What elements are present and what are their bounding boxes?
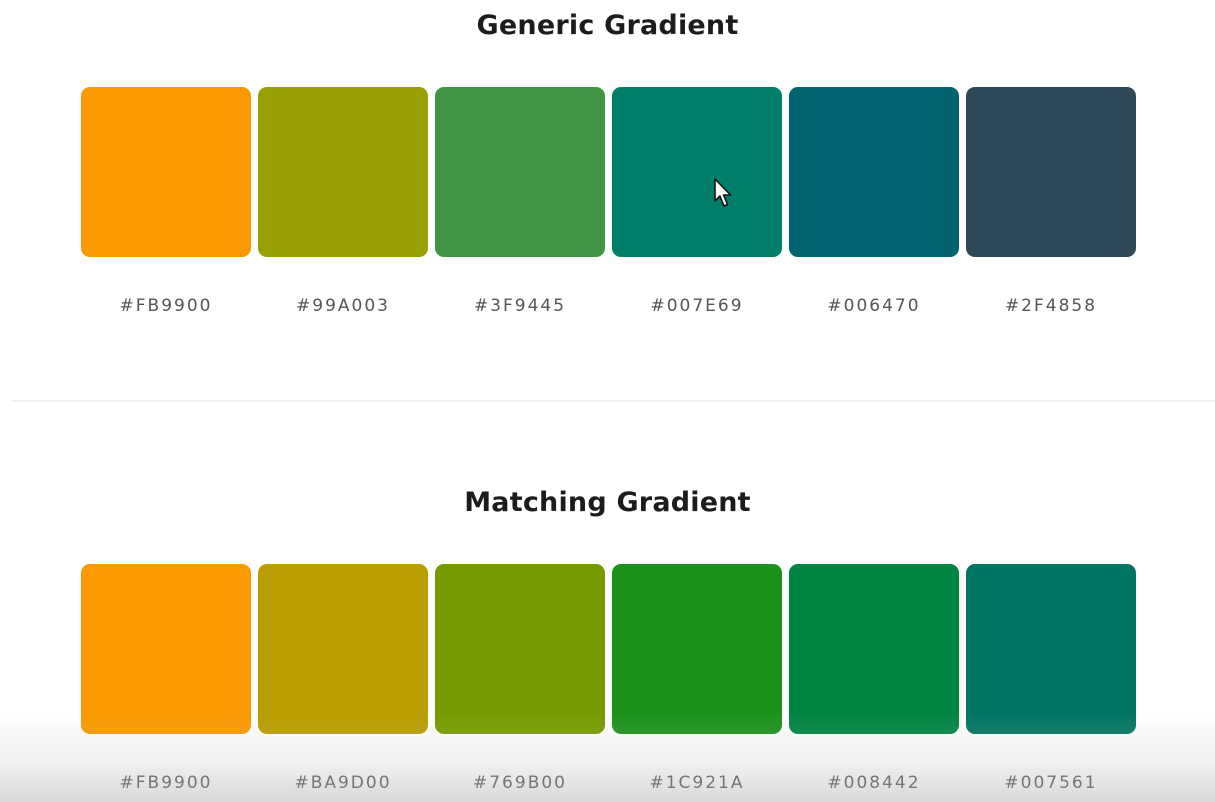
generic-hex-label-6[interactable]: #2F4858 — [966, 296, 1136, 316]
matching-swatch-4[interactable] — [612, 564, 782, 734]
matching-gradient-swatches — [81, 564, 1137, 734]
generic-hex-label-2[interactable]: #99A003 — [258, 296, 428, 316]
matching-swatch-1[interactable] — [81, 564, 251, 734]
matching-swatch-6[interactable] — [966, 564, 1136, 734]
section-divider — [12, 400, 1215, 402]
generic-swatch-2[interactable] — [258, 87, 428, 257]
generic-swatch-5[interactable] — [789, 87, 959, 257]
matching-hex-label-6[interactable]: #007561 — [966, 773, 1136, 793]
matching-hex-label-3[interactable]: #769B00 — [435, 773, 605, 793]
matching-hex-label-2[interactable]: #BA9D00 — [258, 773, 428, 793]
generic-gradient-swatches — [81, 87, 1137, 257]
generic-hex-labels: #FB9900 #99A003 #3F9445 #007E69 #006470 … — [81, 296, 1137, 316]
matching-hex-labels: #FB9900 #BA9D00 #769B00 #1C921A #008442 … — [81, 773, 1137, 793]
matching-swatch-2[interactable] — [258, 564, 428, 734]
generic-hex-label-3[interactable]: #3F9445 — [435, 296, 605, 316]
matching-hex-label-4[interactable]: #1C921A — [612, 773, 782, 793]
matching-gradient-title: Matching Gradient — [464, 487, 751, 518]
generic-hex-label-4[interactable]: #007E69 — [612, 296, 782, 316]
matching-swatch-3[interactable] — [435, 564, 605, 734]
generic-gradient-title: Generic Gradient — [476, 10, 739, 41]
generic-hex-label-5[interactable]: #006470 — [789, 296, 959, 316]
generic-swatch-4[interactable] — [612, 87, 782, 257]
matching-hex-label-5[interactable]: #008442 — [789, 773, 959, 793]
generic-swatch-3[interactable] — [435, 87, 605, 257]
generic-hex-label-1[interactable]: #FB9900 — [81, 296, 251, 316]
matching-swatch-5[interactable] — [789, 564, 959, 734]
generic-swatch-1[interactable] — [81, 87, 251, 257]
matching-hex-label-1[interactable]: #FB9900 — [81, 773, 251, 793]
generic-swatch-6[interactable] — [966, 87, 1136, 257]
